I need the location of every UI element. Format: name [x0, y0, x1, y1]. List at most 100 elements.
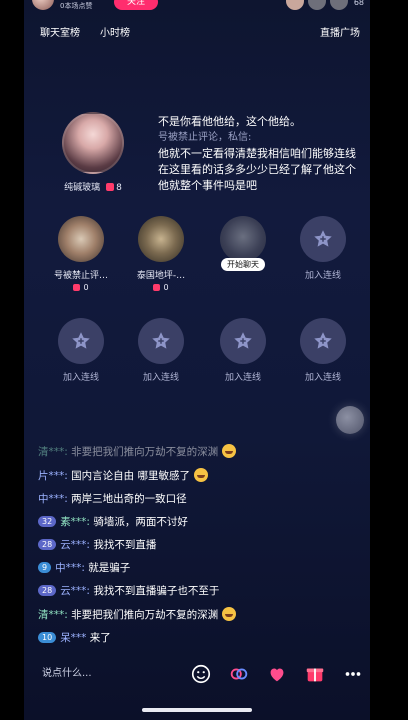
guest-likes-count: 0 — [83, 283, 89, 292]
comment-user[interactable]: 云***: — [60, 585, 90, 597]
guest-seat-1[interactable]: 号被禁止评… 0 — [46, 216, 116, 292]
join-seat-label: 加入连线 — [304, 271, 341, 281]
join-seat-label: 加入连线 — [142, 373, 179, 383]
comment-text: 非要把我们推向万劫不复的深渊 — [71, 446, 219, 458]
comment-user[interactable]: 中***: — [55, 562, 85, 574]
bottom-bar: 说点什么... — [24, 660, 370, 690]
guest-avatar[interactable] — [220, 216, 266, 262]
comment-item: 清***: 非要把我们推向万劫不复的深渊 — [38, 444, 358, 459]
start-chat-button[interactable]: 开始聊天 — [221, 258, 265, 271]
heart-icon — [153, 284, 161, 291]
host-avatar-large[interactable] — [62, 112, 124, 174]
link-connect-icon[interactable] — [228, 663, 250, 685]
join-seat-circle[interactable] — [58, 318, 104, 364]
comment-text: 骑墙派，两面不讨好 — [93, 516, 188, 528]
heart-gift-icon[interactable] — [266, 663, 288, 685]
join-seat-circle[interactable] — [220, 318, 266, 364]
caption-line-1: 不是你看他他给，这个他给。 — [158, 115, 301, 128]
guest-likes-count: 0 — [163, 283, 169, 292]
host-seat[interactable]: 纯碱玻璃 8 — [56, 112, 130, 193]
comment-feed[interactable]: 清***: 非要把我们推向万劫不复的深渊 片***: 国内言论自由 哪里敏感了 … — [38, 444, 358, 654]
comment-text: 就是骗子 — [88, 562, 131, 574]
comment-user[interactable]: 呆*** — [60, 632, 86, 644]
caption-line-2: 号被禁止评论，私信: — [158, 132, 252, 143]
floating-assist-ball[interactable] — [336, 406, 364, 434]
heart-icon — [106, 183, 115, 191]
home-indicator[interactable] — [142, 708, 252, 712]
comment-text: 来了 — [89, 632, 111, 644]
guest-avatar[interactable] — [58, 216, 104, 262]
guest-name: 泰国地坪-… — [136, 271, 186, 281]
join-seat-1[interactable]: 加入连线 — [288, 216, 358, 281]
emoji-icon[interactable] — [190, 663, 212, 685]
guest-likes: 0 — [46, 283, 116, 292]
comment-user[interactable]: 素***: — [60, 516, 90, 528]
laughing-emoji-icon — [222, 444, 237, 458]
tab-chat-rank[interactable]: 聊天室榜 — [40, 24, 80, 39]
host-name-label: 纯碱玻璃 — [64, 183, 101, 193]
comment-item: 28 云***: 我找不到直播 — [38, 538, 358, 552]
star-plus-icon — [314, 230, 332, 247]
rank-tabs: 聊天室榜 小时榜 直播广场 — [24, 24, 370, 40]
caption-line-3: 他就不一定看得清楚我相信咱们能够连线在这里看的话多多少少已经了解了他这个他就整个… — [158, 147, 356, 192]
audience-avatar[interactable] — [308, 0, 326, 10]
fan-level-badge: 28 — [38, 585, 57, 596]
tab-hour-rank[interactable]: 小时榜 — [100, 24, 130, 39]
comment-text: 两岸三地出奇的一致口径 — [71, 493, 187, 505]
guest-avatar[interactable] — [138, 216, 184, 262]
fan-level-badge: 28 — [38, 539, 57, 550]
star-plus-icon — [314, 332, 332, 349]
comment-input[interactable]: 说点什么... — [32, 662, 182, 686]
top-bar: 0本场点赞 关注 68 — [24, 0, 370, 14]
join-seat-5[interactable]: 加入连线 — [288, 318, 358, 383]
comment-item: 片***: 国内言论自由 哪里敏感了 — [38, 468, 358, 483]
join-seat-circle[interactable] — [138, 318, 184, 364]
join-seat-2[interactable]: 加入连线 — [46, 318, 116, 383]
comment-item: 28 云***: 我找不到直播骗子也不至于 — [38, 584, 358, 598]
fan-level-badge: 9 — [38, 562, 52, 573]
comment-text: 我找不到直播骗子也不至于 — [93, 585, 220, 597]
host-avatar[interactable] — [32, 0, 54, 10]
star-plus-icon — [234, 332, 252, 349]
join-seat-3[interactable]: 加入连线 — [126, 318, 196, 383]
right-letterbox — [370, 0, 408, 720]
audience-avatars[interactable] — [286, 0, 348, 10]
star-plus-icon — [72, 332, 90, 349]
guest-seat-2[interactable]: 泰国地坪-… 0 — [126, 216, 196, 292]
viewer-count[interactable]: 68 — [354, 0, 364, 7]
comment-user[interactable]: 清***: — [38, 446, 68, 458]
join-seat-label: 加入连线 — [62, 373, 99, 383]
star-plus-icon — [152, 332, 170, 349]
live-caption: 不是你看他他给，这个他给。 号被禁止评论，私信: 他就不一定看得清楚我相信咱们能… — [158, 114, 364, 194]
heart-icon — [73, 284, 81, 291]
join-seat-label: 加入连线 — [224, 373, 261, 383]
guest-seat-3[interactable]: 开始聊天 — [208, 216, 278, 271]
guest-name: 号被禁止评… — [53, 271, 108, 281]
join-seat-circle[interactable] — [300, 318, 346, 364]
laughing-emoji-icon — [222, 607, 237, 621]
join-seat-label: 加入连线 — [304, 373, 341, 383]
comment-user[interactable]: 清***: — [38, 609, 68, 621]
tab-live-square[interactable]: 直播广场 — [320, 24, 360, 39]
join-seat-circle[interactable] — [300, 216, 346, 262]
gift-icon[interactable] — [304, 663, 326, 685]
audience-avatar[interactable] — [286, 0, 304, 10]
comment-user[interactable]: 云***: — [60, 539, 90, 551]
comment-text: 非要把我们推向万劫不复的深渊 — [71, 609, 219, 621]
comment-user[interactable]: 片***: — [38, 470, 68, 482]
comment-item: 9 中***: 就是骗子 — [38, 561, 358, 575]
comment-text: 我找不到直播 — [93, 539, 157, 551]
comment-text: 国内言论自由 哪里敏感了 — [71, 470, 190, 482]
comment-item: 32 素***: 骑墙派，两面不讨好 — [38, 515, 358, 529]
join-seat-4[interactable]: 加入连线 — [208, 318, 278, 383]
fan-level-badge: 32 — [38, 516, 57, 527]
left-letterbox — [0, 0, 24, 720]
comment-item: 10 呆*** 来了 — [38, 631, 358, 645]
more-icon[interactable] — [342, 663, 364, 685]
fan-level-badge: 10 — [38, 632, 57, 643]
audience-avatar[interactable] — [330, 0, 348, 10]
live-room-screen: 0本场点赞 关注 68 聊天室榜 小时榜 直播广场 纯碱玻璃 8 不是你看他他给，… — [24, 0, 370, 720]
follow-button[interactable]: 关注 — [114, 0, 158, 10]
comment-user[interactable]: 中***: — [38, 493, 68, 505]
host-likes-text: 0本场点赞 — [60, 2, 93, 10]
